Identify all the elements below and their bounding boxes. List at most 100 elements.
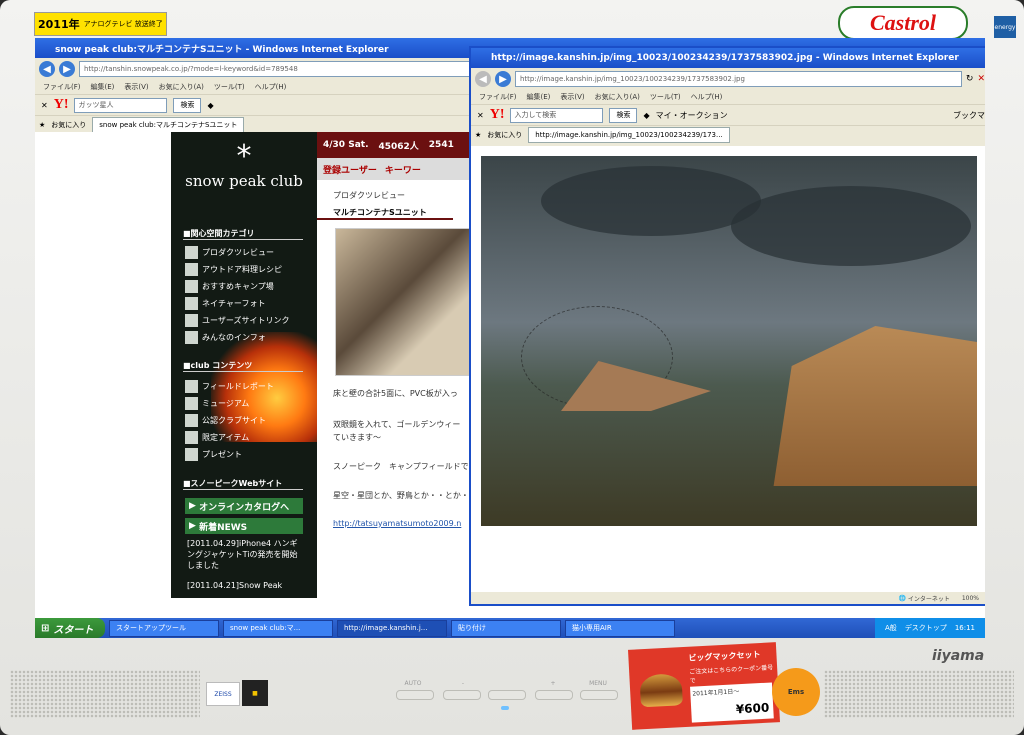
power-button[interactable]: [488, 690, 526, 700]
bookmark-link[interactable]: ブックマ: [953, 110, 985, 121]
menu-file[interactable]: ファイル(F): [43, 82, 81, 92]
desktop-toolbar[interactable]: デスクトップ: [905, 623, 947, 633]
article-text: スノーピーク キャンプフィールドで: [333, 462, 469, 471]
online-catalog-button[interactable]: ▶ オンラインカタログへ: [185, 498, 303, 514]
close-icon[interactable]: ✕: [41, 101, 48, 110]
reg-users-link[interactable]: 登録ユーザー: [323, 163, 377, 176]
campsite-icon: [185, 280, 198, 293]
toolbar-search-input[interactable]: 入力して検索: [510, 107, 604, 123]
tent-photo[interactable]: [481, 156, 977, 526]
section-club: ■club コンテンツ: [183, 360, 303, 372]
menu-tools[interactable]: ツール(T): [214, 82, 245, 92]
photo-icon: [185, 297, 198, 310]
sidebar-item-present[interactable]: プレゼント: [185, 448, 242, 461]
article-text: 双眼鏡を入れて、ゴールデンウィー: [333, 420, 461, 429]
window-title: http://image.kanshin.jp/img_10023/100234…: [491, 53, 959, 63]
yahoo-logo-icon[interactable]: Y!: [54, 97, 69, 113]
stop-icon[interactable]: ✕: [977, 74, 985, 84]
close-icon[interactable]: ✕: [477, 111, 484, 120]
news-item[interactable]: [2011.04.21]Snow Peak: [187, 580, 303, 591]
sidebar-item-club-sites[interactable]: 公認クラブサイト: [185, 414, 266, 427]
burger-icon: [639, 673, 683, 708]
menu-help[interactable]: ヘルプ(H): [255, 82, 287, 92]
menu-view[interactable]: 表示(V): [124, 82, 148, 92]
section-web: ■スノーピークWebサイト: [183, 478, 303, 490]
arrow-right-icon: ▶: [189, 521, 200, 531]
museum-icon: [185, 397, 198, 410]
sidebar-item-product-review[interactable]: プロダクツレビュー: [185, 246, 274, 259]
menu-favorites[interactable]: お気に入り(A): [595, 92, 640, 102]
sidebar-item-recipes[interactable]: アウトドア料理レシピ: [185, 263, 282, 276]
year-sticker: 2011年 アナログテレビ 放送終了: [34, 12, 167, 36]
menu-file[interactable]: ファイル(F): [479, 92, 517, 102]
tab-snowpeak[interactable]: snow peak club:マルチコンテナSユニット: [92, 117, 245, 133]
favorites-star-icon[interactable]: ★: [475, 131, 481, 139]
shield-icon[interactable]: ◆: [643, 111, 649, 120]
snowpeak-sidebar: * snow peak club ■関心空間カテゴリ プロダクツレビュー アウト…: [171, 132, 317, 598]
news-item[interactable]: [2011.04.29]iPhone4 ハンギングジャケットTiの発売を開始しま…: [187, 538, 303, 571]
menu-help[interactable]: ヘルプ(H): [691, 92, 723, 102]
member-count-2: 2541: [428, 140, 454, 150]
arrow-right-icon: ▶: [189, 501, 200, 511]
ime-indicator[interactable]: A般: [885, 623, 897, 633]
favorites-label[interactable]: お気に入り: [487, 130, 522, 140]
yahoo-logo-icon[interactable]: Y!: [490, 107, 505, 123]
product-photo[interactable]: [335, 228, 477, 376]
registration-bar: 登録ユーザー キーワー: [317, 158, 477, 180]
address-input[interactable]: http://image.kanshin.jp/img_10023/100234…: [515, 71, 962, 87]
clock[interactable]: 16:11: [955, 624, 975, 632]
screen: snow peak club:マルチコンテナSユニット - Windows In…: [35, 38, 985, 638]
menu-tools[interactable]: ツール(T): [650, 92, 681, 102]
sidebar-item-user-links[interactable]: ユーザーズサイトリンク: [185, 314, 289, 327]
back-button[interactable]: ◀: [39, 61, 55, 77]
menu-button[interactable]: [580, 690, 618, 700]
sidebar-item-info[interactable]: みんなのインフォ: [185, 331, 266, 344]
minus-button[interactable]: [443, 690, 481, 700]
toolbar-search-input[interactable]: ガッツ星人: [74, 97, 168, 113]
menu-edit[interactable]: 編集(E): [91, 82, 115, 92]
toolbar-search-button[interactable]: 検索: [173, 97, 202, 113]
snowflake-icon: *: [236, 139, 252, 174]
auto-button[interactable]: [396, 690, 434, 700]
snowpeak-logo[interactable]: * snow peak club: [171, 139, 317, 191]
forward-button[interactable]: ▶: [59, 61, 75, 77]
auction-link[interactable]: マイ・オークション: [656, 110, 728, 121]
taskbar-item-air[interactable]: 猫小専用AIR: [565, 619, 675, 637]
toolbar-search-button[interactable]: 検索: [609, 107, 638, 123]
tab-image[interactable]: http://image.kanshin.jp/img_10023/100234…: [528, 127, 730, 143]
menu-view[interactable]: 表示(V): [560, 92, 584, 102]
menu-favorites[interactable]: お気に入り(A): [159, 82, 204, 92]
article-text: 床と壁の合計5面に、PVC板が入っ: [333, 389, 458, 398]
taskbar-item-startup[interactable]: スタートアップツール: [109, 619, 219, 637]
limited-icon: [185, 431, 198, 444]
zoom-level[interactable]: 100%: [962, 595, 979, 602]
yahoo-toolbar: ✕ Y! 入力して検索 検索 ◆ マイ・オークション ブックマ: [471, 104, 985, 125]
article-link[interactable]: http://tatsuyamatsumoto2009.n: [317, 519, 477, 528]
taskbar-item-paste[interactable]: 貼り付け: [451, 619, 561, 637]
back-button[interactable]: ◀: [475, 71, 491, 87]
favorites-star-icon[interactable]: ★: [39, 121, 45, 129]
sidebar-item-nature-photo[interactable]: ネイチャーフォト: [185, 297, 265, 310]
favorites-label[interactable]: お気に入り: [51, 120, 86, 130]
window-title-bar[interactable]: http://image.kanshin.jp/img_10023/100234…: [471, 48, 985, 68]
sidebar-item-museum[interactable]: ミュージアム: [185, 397, 249, 410]
shield-icon[interactable]: ◆: [207, 101, 213, 110]
window-title: snow peak club:マルチコンテナSユニット - Windows In…: [55, 44, 389, 55]
sidebar-item-field-report[interactable]: フィールドレポート: [185, 380, 274, 393]
sidebar-item-limited[interactable]: 限定アイテム: [185, 431, 249, 444]
coupon-dates: 2011年1月1日〜: [692, 688, 740, 698]
article-text: 星空・星団とか、野鳥とか・・とか・: [333, 491, 469, 500]
forward-button[interactable]: ▶: [495, 71, 511, 87]
keyword-link[interactable]: キーワー: [385, 163, 421, 176]
orange-sticker: Ems: [772, 668, 820, 716]
sidebar-item-campsites[interactable]: おすすめキャンプ場: [185, 280, 274, 293]
taskbar-item-image[interactable]: http://image.kanshin.j...: [337, 619, 447, 637]
plus-button[interactable]: [535, 690, 573, 700]
start-button[interactable]: ⊞ スタート: [35, 618, 105, 638]
menu-edit[interactable]: 編集(E): [527, 92, 551, 102]
refresh-icon[interactable]: ↻: [966, 74, 974, 84]
taskbar-item-snowpeak[interactable]: snow peak club:マ...: [223, 619, 333, 637]
breadcrumb[interactable]: プロダクツレビュー: [317, 190, 477, 201]
energy-star-logo: energy: [994, 16, 1016, 38]
browser-window-image[interactable]: http://image.kanshin.jp/img_10023/100234…: [469, 46, 985, 606]
